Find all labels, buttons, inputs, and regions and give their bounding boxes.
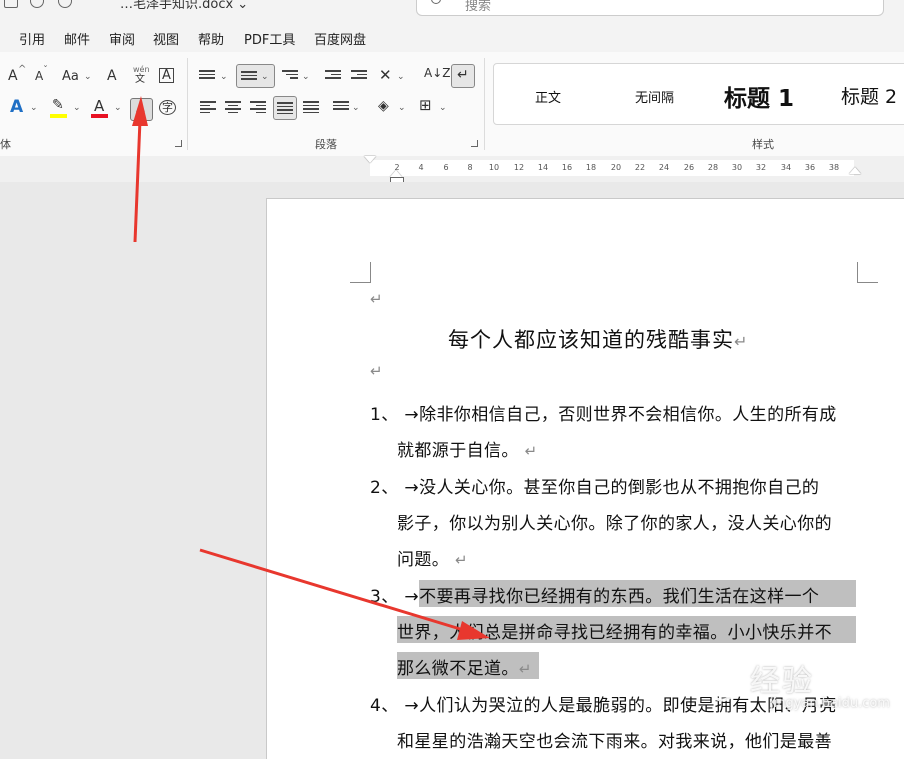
arrow-head [457, 621, 490, 640]
arrow-head [132, 96, 148, 126]
arrow-to-shading-button [132, 96, 148, 243]
annotation-layer [132, 96, 490, 640]
arrow-shaft [133, 119, 142, 243]
arrow-to-shaded-text [199, 548, 490, 640]
arrow-shaft [199, 548, 471, 634]
